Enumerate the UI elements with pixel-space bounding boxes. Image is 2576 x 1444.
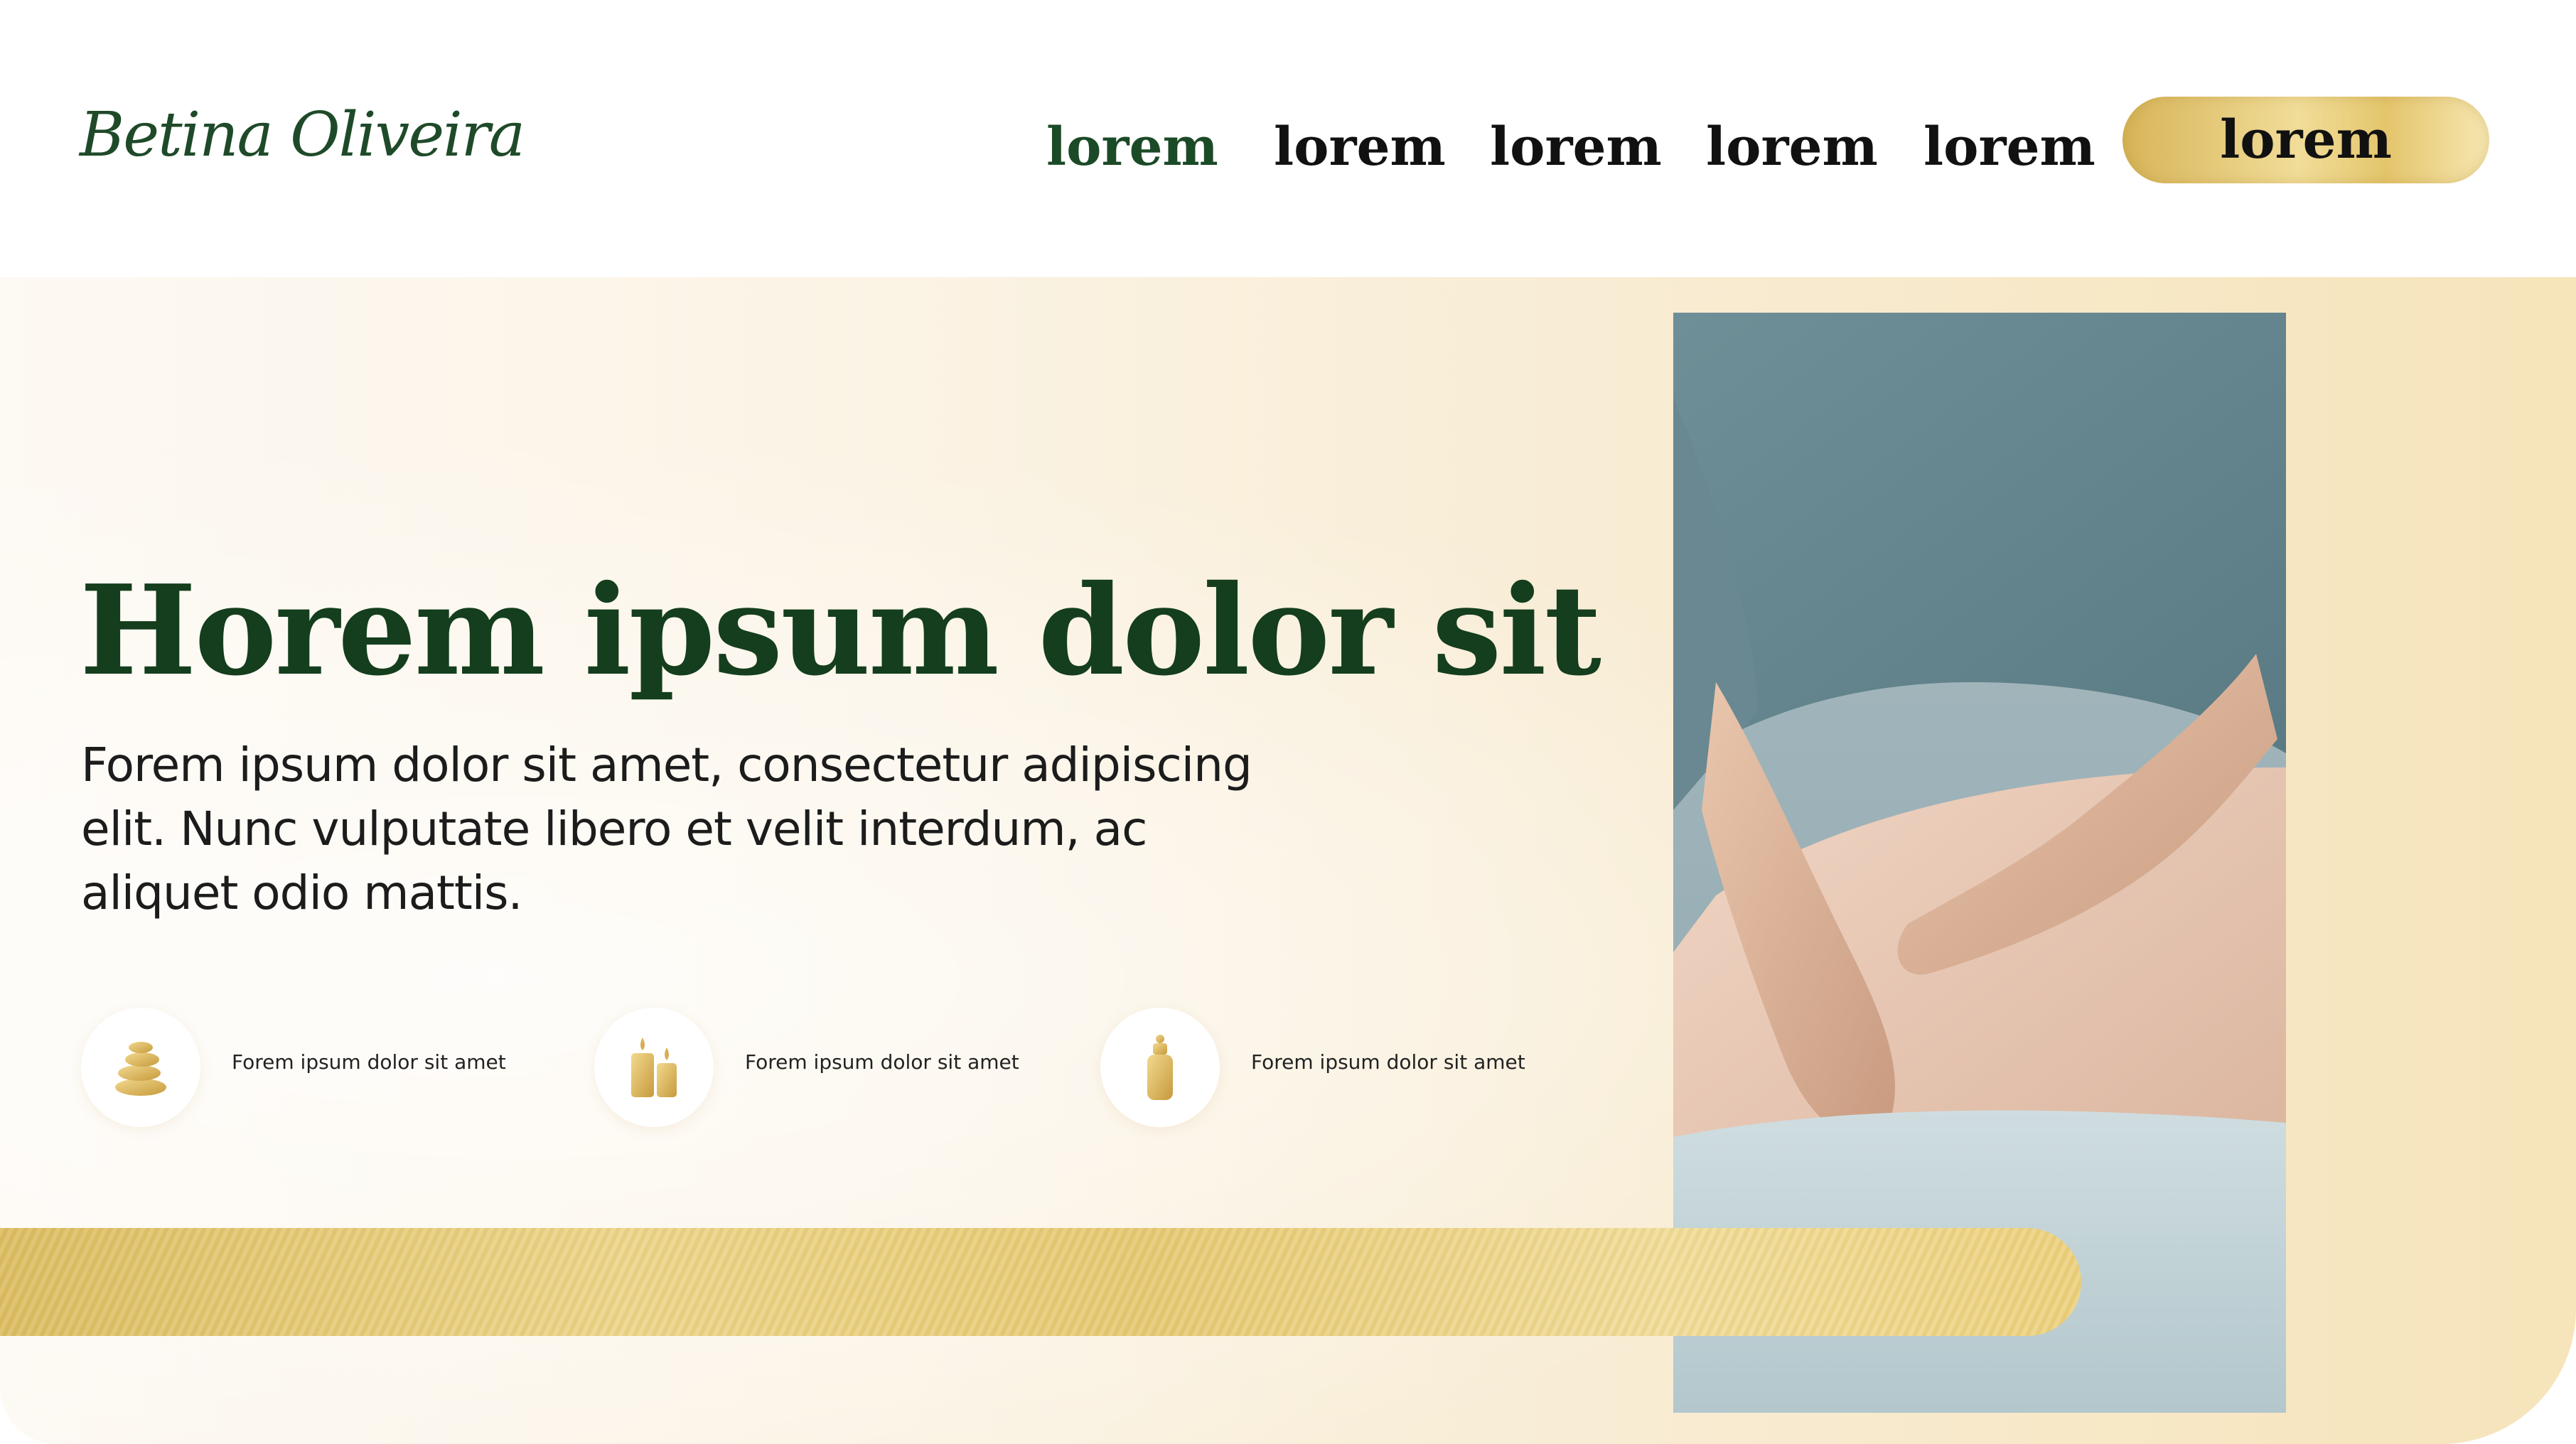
oil-bottle-icon bbox=[1100, 1008, 1220, 1127]
nav-item-5[interactable]: lorem bbox=[1923, 108, 2095, 186]
feature-text: Forem ipsum dolor sit amet bbox=[1251, 1050, 1525, 1074]
hero-subtext: Forem ipsum dolor sit amet, consectetur … bbox=[81, 738, 1252, 920]
nav-item-2[interactable]: lorem bbox=[1274, 108, 1446, 186]
nav-item-1[interactable]: lorem bbox=[1046, 108, 1218, 186]
hero-headline: Horem ipsum dolor sit bbox=[80, 559, 1601, 704]
gold-accent-band bbox=[0, 1228, 2081, 1336]
hero-section: Horem ipsum dolor sit Forem ipsum dolor … bbox=[0, 277, 2576, 1444]
main-nav: lorem lorem lorem lorem lorem lorem bbox=[0, 0, 2576, 277]
feature-text: Forem ipsum dolor sit amet bbox=[232, 1050, 506, 1074]
nav-item-3[interactable]: lorem bbox=[1490, 108, 1662, 186]
feature-text: Forem ipsum dolor sit amet bbox=[745, 1050, 1019, 1074]
stacked-stones-icon bbox=[81, 1008, 200, 1127]
nav-cta-button[interactable]: lorem bbox=[2122, 97, 2489, 183]
candles-icon bbox=[594, 1008, 714, 1127]
nav-item-4[interactable]: lorem bbox=[1706, 108, 1878, 186]
